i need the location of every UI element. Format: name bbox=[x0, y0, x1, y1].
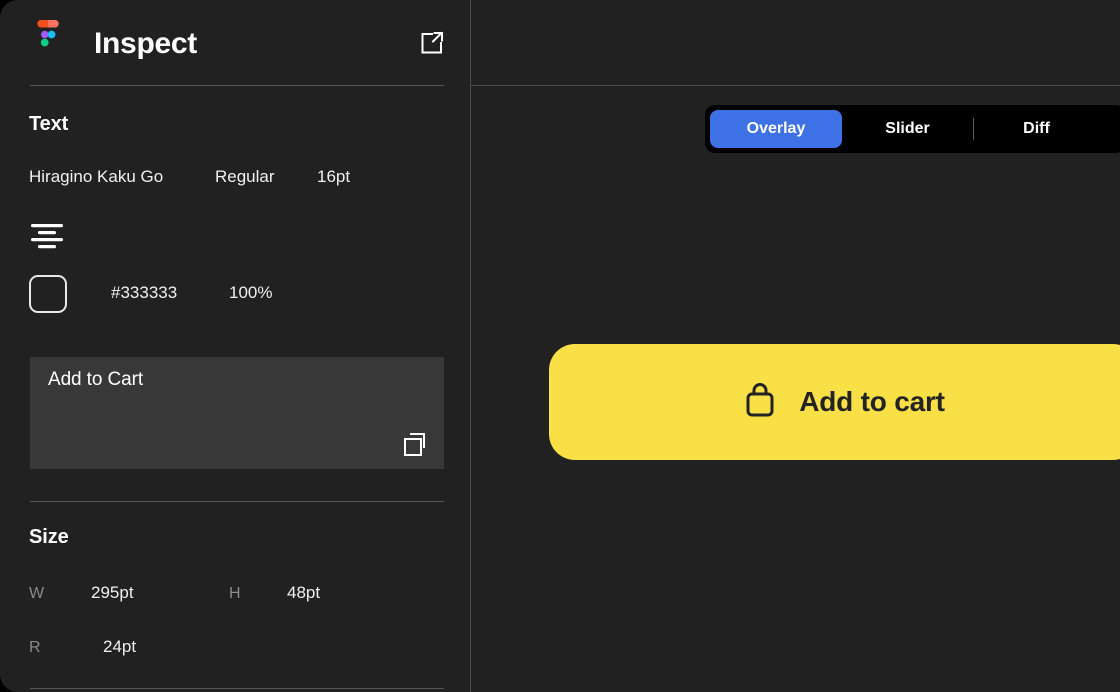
color-opacity-value: 100% bbox=[229, 283, 273, 302]
tab-slider[interactable]: Slider bbox=[842, 110, 973, 148]
radius-label: R bbox=[29, 639, 41, 656]
size-section-divider bbox=[30, 501, 444, 502]
external-link-icon[interactable] bbox=[416, 27, 448, 59]
inspect-panel: Inspect Text Hiragino Kaku Go Regular 16… bbox=[0, 0, 471, 692]
radius-value: 24pt bbox=[103, 637, 137, 656]
section-heading-text: Text bbox=[29, 113, 69, 135]
preview-topbar bbox=[471, 0, 1120, 86]
text-content-box: Add to Cart bbox=[30, 357, 444, 469]
view-mode-segmented-control: Overlay Slider Diff bbox=[705, 105, 1120, 153]
tab-overlay[interactable]: Overlay bbox=[710, 110, 842, 148]
size-row-width-height: W 295pt H 48pt bbox=[29, 583, 443, 607]
app-root: Inspect Text Hiragino Kaku Go Regular 16… bbox=[0, 0, 1120, 692]
add-to-cart-preview-button[interactable]: Add to cart bbox=[549, 344, 1120, 460]
height-label: H bbox=[229, 585, 241, 602]
text-align-left-icon[interactable] bbox=[30, 220, 66, 252]
shopping-bag-icon bbox=[743, 381, 777, 424]
color-swatch-icon[interactable] bbox=[29, 275, 67, 313]
color-hex-value: #333333 bbox=[111, 283, 178, 302]
text-content-value: Add to Cart bbox=[48, 369, 144, 390]
preview-panel: Overlay Slider Diff Add to cart bbox=[471, 0, 1120, 692]
header-divider bbox=[30, 85, 444, 86]
panel-header: Inspect bbox=[0, 0, 471, 86]
figma-logo-icon bbox=[33, 20, 63, 64]
add-to-cart-label: Add to cart bbox=[799, 386, 945, 417]
section-heading-size: Size bbox=[29, 526, 69, 548]
bottom-divider bbox=[30, 688, 444, 689]
window-shell: Inspect Text Hiragino Kaku Go Regular 16… bbox=[0, 0, 1120, 692]
tab-diff[interactable]: Diff bbox=[974, 110, 1099, 148]
font-weight-value: Regular bbox=[215, 167, 275, 186]
size-row-radius: R 24pt bbox=[29, 637, 443, 661]
page-title: Inspect bbox=[94, 27, 197, 60]
height-value: 48pt bbox=[287, 583, 321, 602]
font-family-value: Hiragino Kaku Go bbox=[29, 167, 164, 186]
width-value: 295pt bbox=[91, 583, 134, 602]
font-size-value: 16pt bbox=[317, 167, 351, 186]
width-label: W bbox=[29, 585, 45, 602]
copy-icon[interactable] bbox=[402, 429, 432, 459]
preview-topbar-divider bbox=[471, 85, 1120, 86]
